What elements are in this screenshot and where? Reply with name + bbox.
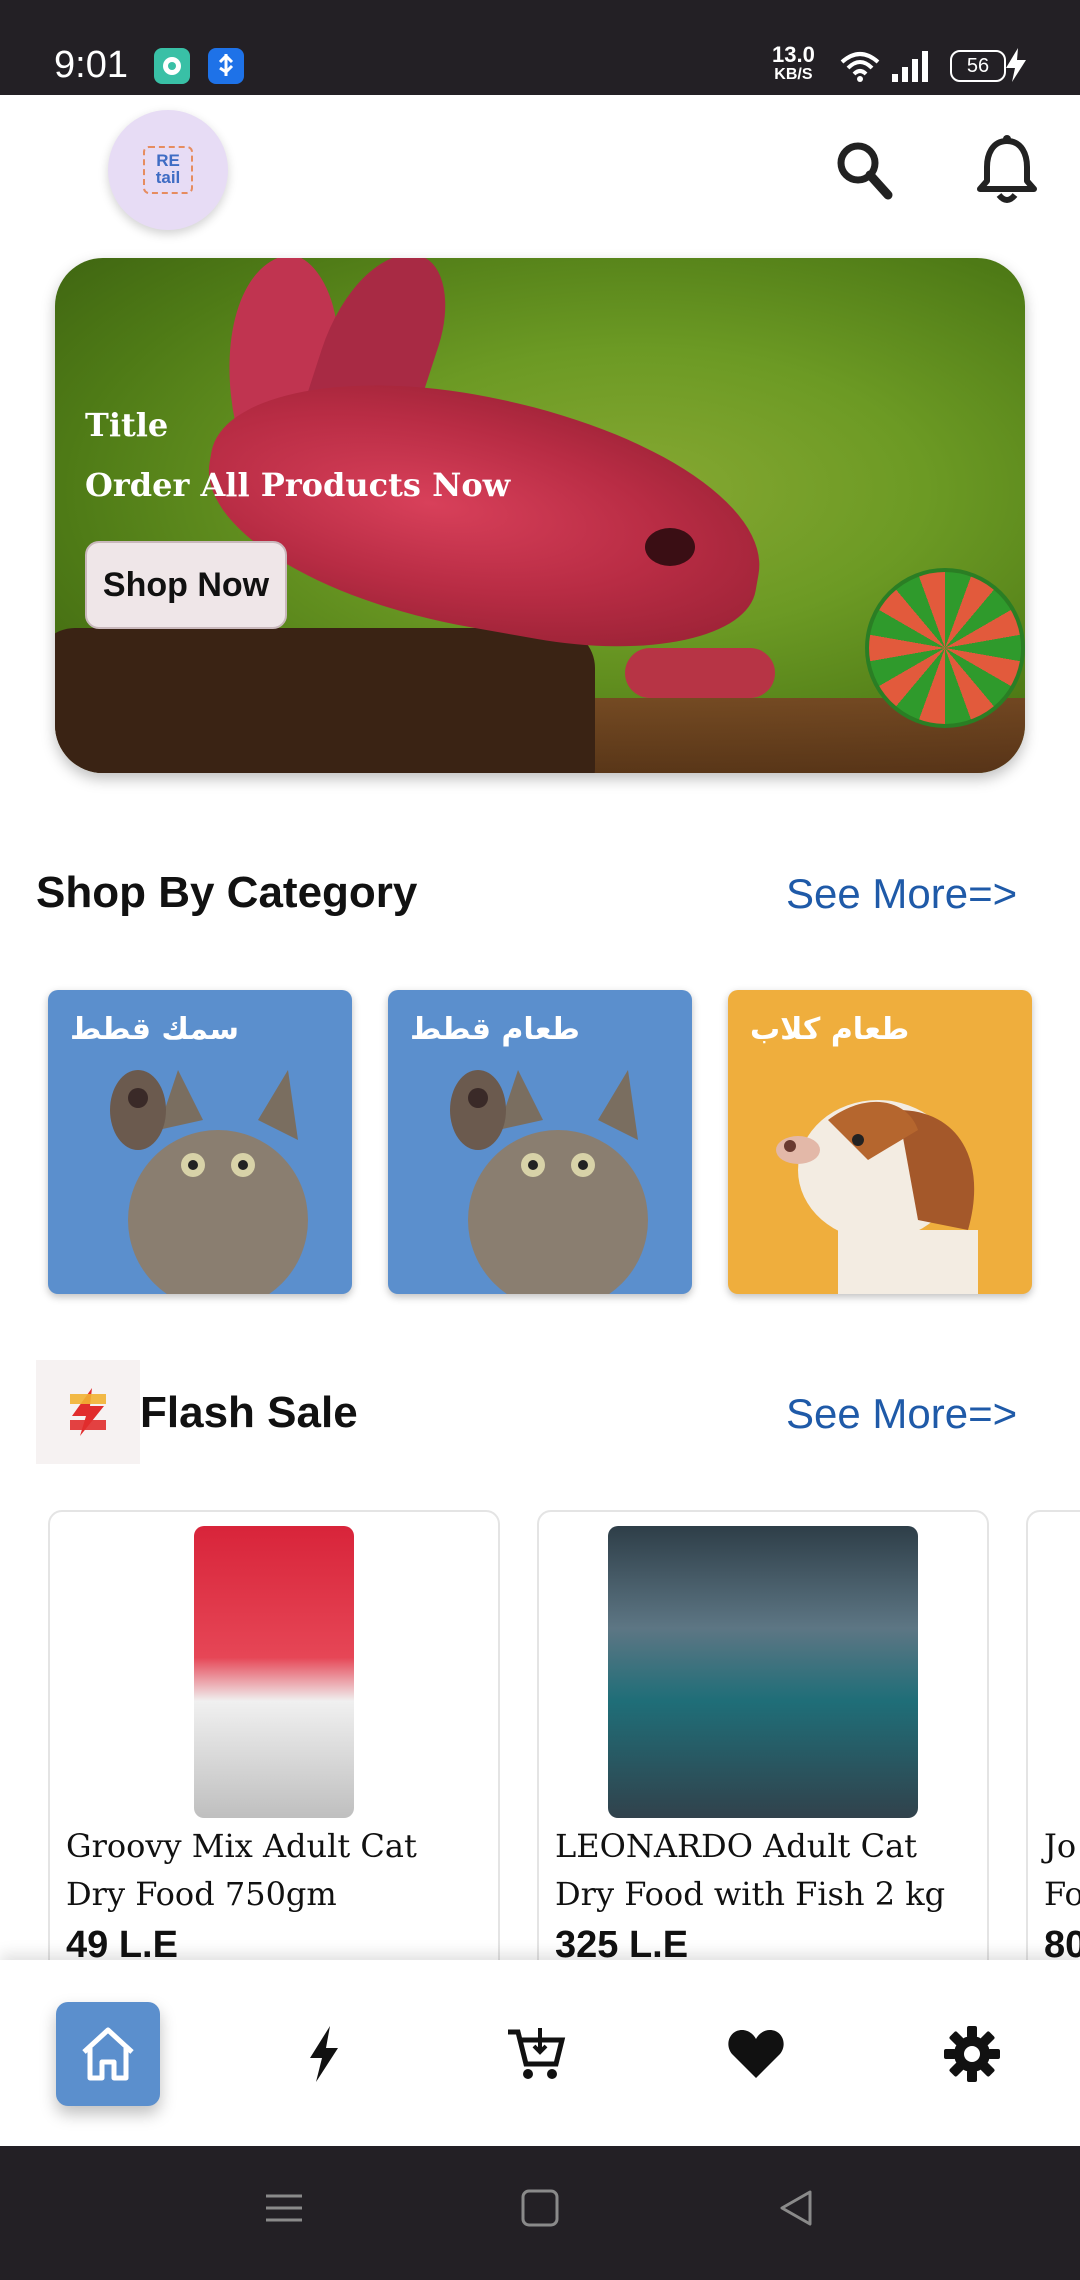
- product-card[interactable]: LEONARDO Adult Cat Dry Food with Fish 2 …: [537, 1510, 989, 1974]
- category-card[interactable]: طعام كلاب: [728, 990, 1032, 1294]
- product-name: Jo Fo: [1044, 1827, 1080, 1913]
- flash-see-more-link[interactable]: See More=>: [786, 1390, 1017, 1438]
- category-card[interactable]: سمك قطط: [48, 990, 352, 1294]
- banner-title: Title: [85, 406, 169, 444]
- home-square-icon[interactable]: [518, 2186, 562, 2230]
- speed-value: 13.0: [772, 42, 815, 67]
- flash-sale-icon: [36, 1360, 140, 1464]
- network-speed: 13.0 KB/S: [772, 44, 815, 84]
- home-icon[interactable]: [56, 2002, 160, 2106]
- logo-text-top: RE: [156, 151, 180, 170]
- banner-pillow: [55, 628, 595, 773]
- banner-subtitle: Order All Products Now: [85, 466, 511, 504]
- system-navigation-bar: [0, 2146, 1080, 2280]
- product-image: [608, 1526, 918, 1818]
- bell-icon[interactable]: [974, 135, 1040, 205]
- app-logo[interactable]: RE tail: [108, 110, 228, 230]
- charging-icon: [1006, 48, 1026, 82]
- product-name: LEONARDO Adult Cat Dry Food with Fish 2 …: [555, 1827, 946, 1913]
- promo-banner[interactable]: Title Order All Products Now Shop Now: [55, 258, 1025, 773]
- status-time: 9:01: [54, 44, 128, 86]
- dog-paw: [625, 648, 775, 698]
- flash-icon[interactable]: [272, 2002, 376, 2106]
- cart-icon[interactable]: [484, 2002, 588, 2106]
- category-label: طعام كلاب: [750, 1012, 910, 1047]
- logo-mark: RE tail: [143, 146, 193, 194]
- battery-indicator: 56: [950, 50, 1006, 82]
- bottom-navigation: [0, 1960, 1080, 2146]
- settings-icon[interactable]: [920, 2002, 1024, 2106]
- speed-unit: KB/S: [774, 66, 813, 83]
- usb-icon: [208, 48, 244, 84]
- search-icon[interactable]: [830, 135, 896, 205]
- ball-image: [865, 568, 1025, 728]
- back-icon[interactable]: [774, 2186, 818, 2230]
- shop-now-button[interactable]: Shop Now: [85, 541, 287, 629]
- wifi-icon: [840, 52, 880, 82]
- category-section-title: Shop By Category: [36, 868, 418, 917]
- product-card[interactable]: Jo Fo 80: [1026, 1510, 1080, 1974]
- product-image: [194, 1526, 354, 1818]
- signal-icon: [892, 51, 928, 82]
- category-label: سمك قطط: [70, 1012, 239, 1047]
- logo-text-bottom: tail: [155, 168, 181, 187]
- heart-icon[interactable]: [704, 2002, 808, 2106]
- category-label: طعام قطط: [410, 1012, 580, 1047]
- dog-nose: [645, 528, 695, 566]
- flash-section-title: Flash Sale: [140, 1388, 358, 1437]
- product-card[interactable]: Groovy Mix Adult Cat Dry Food 750gm 49 L…: [48, 1510, 500, 1974]
- cat-image: [450, 1070, 648, 1294]
- menu-icon[interactable]: [262, 2186, 306, 2230]
- dog-image: [776, 1100, 978, 1294]
- category-card[interactable]: طعام قطط: [388, 990, 692, 1294]
- message-app-icon: [154, 48, 190, 84]
- category-see-more-link[interactable]: See More=>: [786, 870, 1017, 918]
- product-name: Groovy Mix Adult Cat Dry Food 750gm: [66, 1827, 417, 1913]
- cat-image: [110, 1070, 308, 1294]
- status-bar: 9:01 13.0 KB/S 56: [0, 0, 1080, 95]
